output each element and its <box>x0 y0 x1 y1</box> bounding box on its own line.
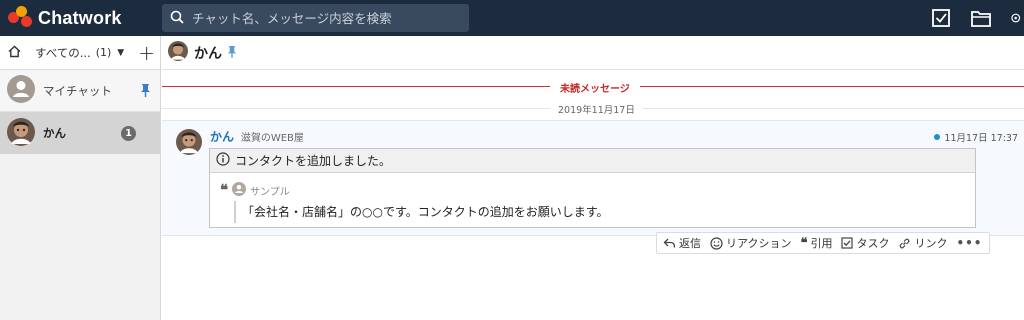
date-label: 2019年11月17日 <box>550 102 643 116</box>
chatwork-logo[interactable]: Chatwork <box>8 6 122 30</box>
pin-icon[interactable] <box>227 45 237 61</box>
chevron-down-icon[interactable]: ▼ <box>117 48 124 58</box>
sender-org: 滋賀のWEB屋 <box>240 133 304 144</box>
room-filter-row: すべての... (1) ▼ + <box>0 36 160 70</box>
search-input[interactable] <box>192 10 462 26</box>
unread-badge: 1 <box>121 126 136 141</box>
task-checkbox-icon[interactable] <box>930 7 952 29</box>
folder-icon[interactable] <box>970 7 992 29</box>
quote-icon: ❝ <box>800 235 808 251</box>
room-avatar <box>168 41 188 64</box>
message-sender: かん 滋賀のWEB屋 <box>210 128 304 145</box>
top-bar: Chatwork <box>0 0 1024 36</box>
room-filter-count: (1) <box>95 46 112 59</box>
quote-label: 引用 <box>810 237 833 250</box>
quote-button[interactable]: ❝ 引用 <box>800 235 832 251</box>
date-separator: 2019年11月17日 <box>162 102 1024 116</box>
info-header: コンタクトを追加しました。 <box>210 149 975 173</box>
task-button[interactable]: タスク <box>841 235 889 251</box>
info-icon <box>216 152 230 169</box>
search-box[interactable] <box>162 4 469 32</box>
avatar[interactable] <box>176 129 202 158</box>
default-avatar-icon <box>7 75 35 106</box>
sender-name[interactable]: かん <box>210 130 234 144</box>
quote-mark-icon: ❝ <box>220 181 229 199</box>
more-options-button[interactable]: ••• <box>956 236 982 250</box>
unread-separator: 未読メッセージ <box>162 80 1024 95</box>
room-filter-dropdown[interactable]: すべての... <box>35 45 91 61</box>
room-title: かん <box>194 45 222 62</box>
message-item[interactable]: かん 滋賀のWEB屋 11月17日 17:37 コンタクトを追加しました。 ❝ … <box>162 120 1024 236</box>
info-text: コンタクトを追加しました。 <box>235 154 392 168</box>
sidebar: すべての... (1) ▼ + マイチャット かん 1 <box>0 36 161 320</box>
task-icon <box>841 237 854 249</box>
quote-body: 「会社名・店舗名」の○○です。コンタクトの追加をお願いします。 <box>234 201 609 223</box>
pin-icon[interactable] <box>140 83 151 100</box>
chatwork-logo-icon <box>8 6 34 30</box>
message-timestamp[interactable]: 11月17日 17:37 <box>934 130 1018 144</box>
sidebar-item-kan[interactable]: かん 1 <box>0 112 160 154</box>
unread-label: 未読メッセージ <box>550 80 640 95</box>
app-name: Chatwork <box>38 7 122 28</box>
quote-author-avatar <box>232 182 247 199</box>
timestamp-text: 11月17日 17:37 <box>944 133 1018 144</box>
sidebar-item-label: かん <box>43 126 66 140</box>
sidebar-item-mychat[interactable]: マイチャット <box>0 70 160 112</box>
quote-meta: ❝ サンプル <box>220 182 290 199</box>
reply-button[interactable]: 返信 <box>663 235 701 251</box>
room-header: かん <box>162 36 1024 70</box>
link-icon <box>900 238 910 248</box>
reaction-label: リアクション <box>726 237 792 250</box>
avatar <box>7 117 35 149</box>
link-button[interactable]: リンク <box>898 235 947 251</box>
reaction-button[interactable]: リアクション <box>710 235 791 251</box>
unread-dot-icon <box>934 134 941 140</box>
info-message-box: コンタクトを追加しました。 ❝ サンプル 「会社名・店舗名」の○○です。コンタク… <box>209 148 976 228</box>
reply-label: 返信 <box>679 237 701 250</box>
settings-icon[interactable] <box>1010 7 1024 29</box>
smile-icon <box>710 236 723 250</box>
task-label: タスク <box>856 237 890 250</box>
chat-main: かん 未読メッセージ 2019年11月17日 かん 滋賀のWEB屋 11月17日… <box>162 36 1024 320</box>
sidebar-item-label: マイチャット <box>43 83 112 98</box>
link-label: リンク <box>914 237 948 250</box>
home-icon[interactable] <box>8 45 21 61</box>
reply-icon <box>663 238 676 248</box>
quote-author: サンプル <box>250 187 290 198</box>
add-room-button[interactable]: + <box>138 43 155 63</box>
message-action-bar: 返信 リアクション ❝ 引用 タスク リンク ••• <box>656 232 990 254</box>
search-icon <box>170 10 184 27</box>
